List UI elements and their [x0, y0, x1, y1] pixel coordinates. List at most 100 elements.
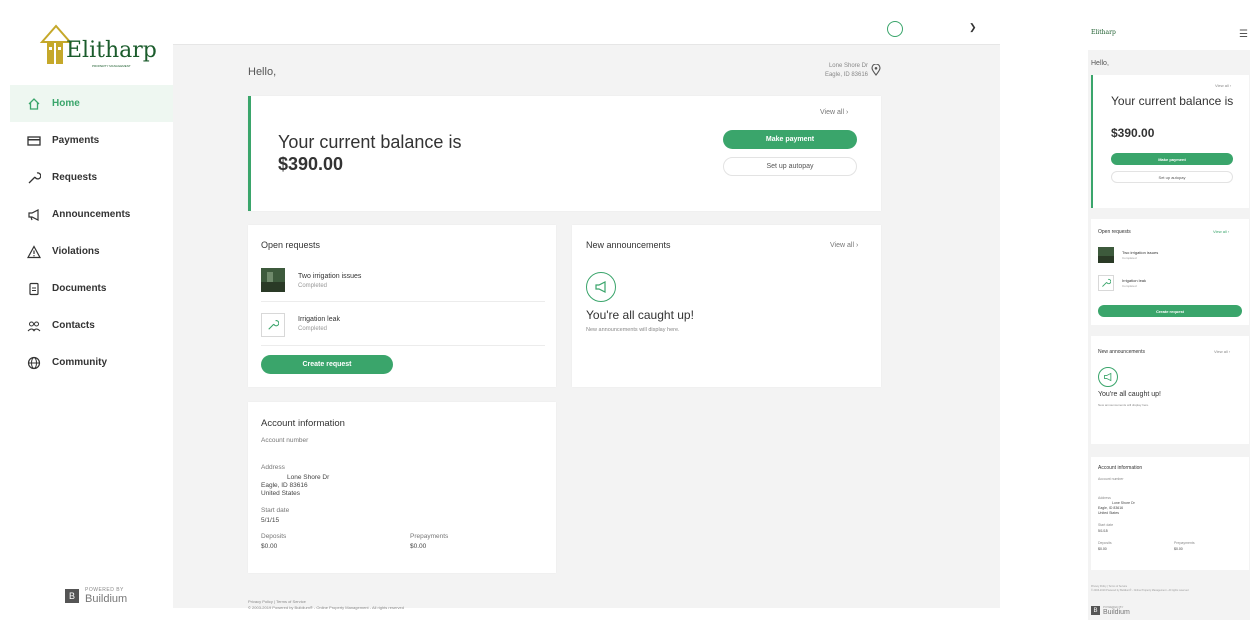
caught-up-heading: You're all caught up!	[586, 308, 694, 322]
sidebar-item-payments[interactable]: Payments	[10, 122, 173, 159]
megaphone-icon	[26, 207, 42, 223]
address-line3: United States	[261, 490, 301, 497]
mobile-prepayments-value: $0.00	[1174, 547, 1183, 551]
sidebar-item-violations[interactable]: Violations	[10, 233, 173, 270]
sidebar-item-label: Requests	[52, 172, 98, 183]
mobile-start-date-label: Start date	[1098, 523, 1114, 527]
address-label: Address	[261, 464, 285, 471]
mobile-caught-up-heading: You're all caught up!	[1098, 391, 1161, 398]
buildium-logo-icon: B	[65, 589, 79, 603]
sidebar: Elitharp PROPERTY MANAGEMENT Home Paymen…	[10, 10, 173, 608]
prepayments-label: Prepayments	[410, 533, 449, 540]
account-info-card: Account information Account number Addre…	[248, 402, 556, 573]
mobile-autopay-button[interactable]: Set up autopay	[1111, 171, 1233, 183]
sidebar-item-label: Payments	[52, 135, 100, 146]
balance-card: View all › Your current balance is $390.…	[248, 96, 881, 211]
mobile-announcements-card: New announcements View all › You're all …	[1091, 336, 1249, 444]
account-number-label: Account number	[261, 437, 309, 444]
sidebar-item-documents[interactable]: Documents	[10, 270, 173, 307]
request-name[interactable]: Irrigation leak	[298, 316, 340, 323]
hamburger-menu-icon[interactable]: ☰	[1239, 29, 1248, 40]
buildium-label: Buildium	[85, 593, 128, 605]
announcements-card: New announcements View all › You're all …	[572, 225, 881, 387]
address-value: Lone Shore Dr Eagle, ID 83616 United Sta…	[261, 474, 329, 498]
sidebar-item-contacts[interactable]: Contacts	[10, 307, 173, 344]
mobile-view-all-link[interactable]: View all ›	[1215, 83, 1231, 88]
powered-by-buildium[interactable]: B POWERED BY Buildium	[65, 587, 127, 605]
sidebar-item-label: Announcements	[52, 209, 131, 220]
mobile-requests-card: Open requests View all › Two irrigation …	[1091, 219, 1249, 325]
address-line1: Lone Shore Dr	[287, 474, 330, 481]
request-name[interactable]: Two irrigation issues	[298, 273, 361, 280]
sidebar-item-requests[interactable]: Requests	[10, 159, 173, 196]
mobile-deposits-value: $0.00	[1098, 547, 1107, 551]
brand-sub: PROPERTY MANAGEMENT	[92, 64, 131, 68]
request-status: Completed	[298, 326, 328, 332]
balance-view-all-link[interactable]: View all ›	[820, 109, 848, 116]
mobile-prepayments-label: Prepayments	[1174, 541, 1195, 545]
autopay-button[interactable]: Set up autopay	[723, 157, 857, 176]
view-all-label: View all	[830, 242, 854, 249]
mobile-address-value: Lone Shore Dr Eagle, ID 83616 United Sta…	[1098, 501, 1135, 516]
globe-icon	[26, 355, 42, 371]
mobile-footer-copyright: © 2003-2019 Powered by Buildium® - Onlin…	[1091, 589, 1189, 592]
warning-icon	[26, 244, 42, 260]
mobile-announcements-title: New announcements	[1098, 349, 1145, 355]
sidebar-item-label: Violations	[52, 246, 100, 257]
view-all-label: View all	[1213, 229, 1227, 234]
user-avatar[interactable]	[887, 21, 903, 37]
top-bar	[173, 10, 1000, 45]
footer-copyright: © 2003-2019 Powered by Buildium® - Onlin…	[248, 605, 404, 610]
mobile-top-bar: Elitharp ☰	[1088, 20, 1250, 50]
credit-card-icon	[26, 133, 42, 149]
sidebar-item-label: Home	[52, 98, 80, 109]
chevron-down-icon[interactable]: ❯	[969, 22, 977, 33]
mobile-wrench-box	[1098, 275, 1114, 291]
start-date-label: Start date	[261, 507, 290, 514]
brand-logo[interactable]: Elitharp PROPERTY MANAGEMENT	[38, 22, 157, 72]
mobile-account-card: Account information Account number Addre…	[1091, 457, 1249, 570]
mobile-deposits-label: Deposits	[1098, 541, 1112, 545]
mobile-request-status: Completed	[1122, 284, 1137, 288]
sidebar-item-announcements[interactable]: Announcements	[10, 196, 173, 233]
view-all-label: View all	[1214, 349, 1228, 354]
request-photo	[261, 268, 285, 292]
sidebar-item-community[interactable]: Community	[10, 344, 173, 381]
sidebar-nav: Home Payments Requests Announcements Vio…	[10, 85, 173, 381]
mobile-greeting: Hello,	[1091, 60, 1109, 67]
property-location[interactable]: Lone Shore Dr Eagle, ID 83616	[810, 62, 868, 80]
balance-label: Your current balance is	[278, 132, 462, 152]
mobile-start-date-value: 5/1/15	[1098, 529, 1108, 533]
mobile-megaphone-badge	[1098, 367, 1118, 387]
desktop-view: Elitharp PROPERTY MANAGEMENT Home Paymen…	[0, 0, 1000, 620]
view-all-label: View all	[1215, 83, 1229, 88]
mobile-announcements-view-all-link[interactable]: View all ›	[1214, 349, 1230, 354]
home-icon	[26, 96, 42, 112]
account-info-title: Account information	[261, 418, 345, 429]
location-pin-icon[interactable]	[871, 64, 881, 76]
open-requests-title: Open requests	[261, 240, 321, 250]
mobile-create-request-button[interactable]: Create request	[1098, 305, 1242, 317]
wrench-icon	[1102, 278, 1112, 287]
sidebar-item-home[interactable]: Home	[10, 85, 173, 122]
announcements-view-all-link[interactable]: View all ›	[830, 242, 858, 249]
mobile-powered-by[interactable]: B POWERED BY Buildium	[1091, 605, 1130, 616]
footer: Privacy Policy | Terms of Service © 2003…	[248, 599, 404, 611]
request-status: Completed	[298, 283, 328, 289]
mobile-requests-view-all-link[interactable]: View all ›	[1213, 229, 1229, 234]
mobile-address-line3: United States	[1098, 511, 1120, 515]
mobile-request-name[interactable]: Two irrigation issues	[1122, 250, 1158, 255]
chevron-right-icon: ›	[855, 242, 859, 249]
chevron-right-icon: ›	[845, 109, 849, 116]
mobile-buildium-label: Buildium	[1103, 609, 1130, 616]
sidebar-item-label: Contacts	[52, 320, 95, 331]
mobile-account-number-label: Account number	[1098, 477, 1124, 481]
create-request-button[interactable]: Create request	[261, 355, 393, 374]
mobile-brand-logo[interactable]: Elitharp	[1091, 29, 1116, 36]
make-payment-button[interactable]: Make payment	[723, 130, 857, 149]
mobile-request-name[interactable]: Irrigation leak	[1122, 278, 1146, 283]
mobile-make-payment-button[interactable]: Make payment	[1111, 153, 1233, 165]
mobile-account-title: Account information	[1098, 465, 1143, 471]
mobile-request-status: Completed	[1122, 256, 1137, 260]
mobile-balance-amount: $390.00	[1111, 126, 1155, 140]
